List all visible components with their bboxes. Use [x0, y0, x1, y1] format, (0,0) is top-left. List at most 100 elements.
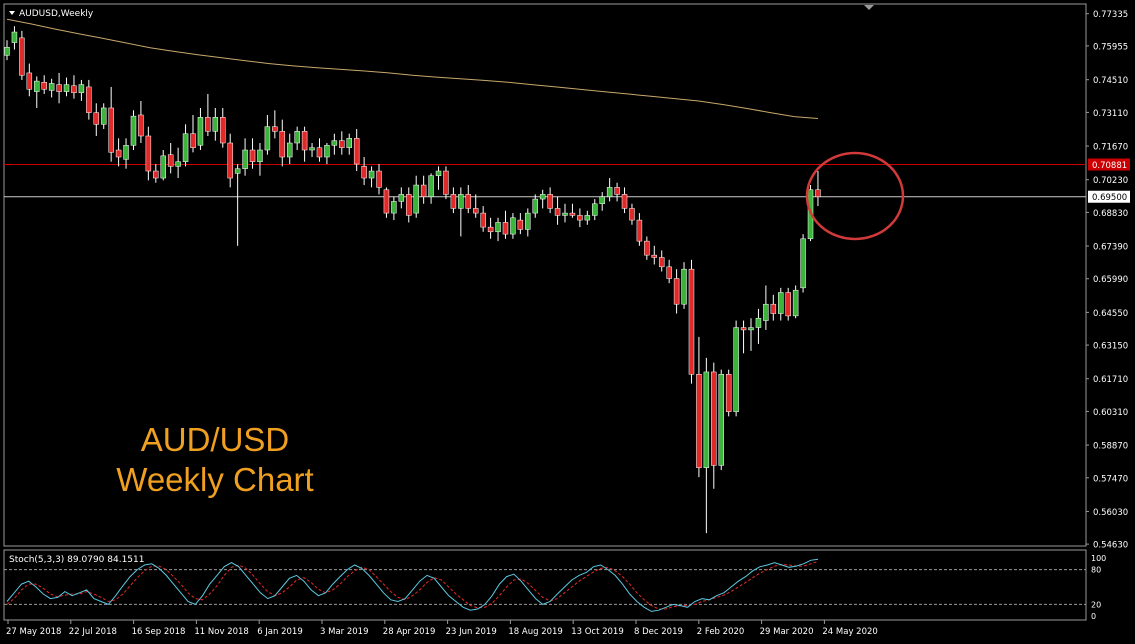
stoch-axis-label: 20 — [1091, 600, 1101, 609]
candle-body — [443, 171, 448, 194]
candle-body — [429, 176, 434, 197]
x-tick-label: 2 Feb 2020 — [697, 627, 745, 637]
candle-body — [778, 293, 783, 314]
y-tick-label: 0.74510 — [1093, 76, 1128, 86]
candle-body — [213, 117, 218, 131]
candle-body — [19, 38, 24, 75]
candle-body — [771, 304, 776, 313]
candle-body — [12, 32, 17, 43]
candle — [682, 262, 687, 309]
candle-body — [674, 279, 679, 305]
x-tick-label: 18 Aug 2019 — [508, 627, 562, 637]
y-tick-label: 0.71670 — [1093, 143, 1128, 153]
candle-body — [815, 190, 820, 197]
x-tick-label: 27 May 2018 — [6, 627, 61, 637]
candle-body — [466, 194, 471, 208]
candle-body — [347, 138, 352, 147]
candle-body — [257, 150, 262, 162]
candle-body — [384, 190, 389, 213]
candle-body — [689, 269, 694, 374]
candle-body — [131, 116, 136, 145]
candle-body — [42, 82, 47, 89]
stoch-axis-label: 100 — [1091, 554, 1106, 563]
candle-body — [362, 166, 367, 178]
candle-body — [518, 220, 523, 229]
candle — [734, 321, 739, 417]
y-tick-label: 0.54630 — [1093, 541, 1128, 551]
candle-body — [161, 156, 166, 178]
candle-body — [481, 213, 486, 227]
candle-body — [682, 269, 687, 304]
candle-body — [793, 290, 798, 316]
candle-body — [64, 85, 69, 92]
candle-body — [637, 220, 642, 241]
overlay-title-line-2: Weekly Chart — [60, 460, 370, 500]
candle-body — [652, 255, 657, 257]
candle-body — [124, 145, 129, 159]
candle-body — [786, 293, 791, 316]
symbol-label: AUDUSD,Weekly — [19, 9, 94, 19]
candle-body — [592, 204, 597, 216]
candle-body — [243, 150, 248, 169]
candle-body — [153, 171, 158, 178]
y-tick-label: 0.61710 — [1093, 375, 1128, 385]
chart-background — [0, 0, 1135, 644]
candle-body — [436, 171, 441, 176]
x-tick-label: 6 Jan 2019 — [257, 627, 303, 637]
candle-body — [86, 87, 91, 113]
y-tick-label: 0.58870 — [1093, 442, 1128, 452]
candle-body — [27, 73, 32, 89]
candle-body — [116, 150, 121, 157]
candle-body — [622, 194, 627, 208]
candle-body — [191, 134, 196, 148]
candle-body — [5, 47, 10, 55]
candle — [19, 31, 24, 80]
candle — [384, 187, 389, 217]
price-level-value-0: 0.70881 — [1092, 161, 1127, 171]
candle-body — [533, 199, 538, 213]
price-level-value-1: 0.69500 — [1092, 193, 1127, 203]
candle-body — [250, 150, 255, 162]
x-tick-label: 22 Jul 2018 — [69, 627, 117, 637]
candle-body — [503, 222, 508, 234]
candle-body — [607, 187, 612, 196]
candle — [719, 370, 724, 470]
y-tick-label: 0.70230 — [1093, 176, 1128, 186]
candle-body — [94, 113, 99, 125]
candle-body — [451, 194, 456, 208]
candle-body — [726, 374, 731, 411]
candle — [689, 260, 694, 384]
candle-body — [577, 215, 582, 220]
candle-body — [510, 218, 515, 234]
candle-body — [79, 85, 84, 93]
chart-root: AUDUSD,Weekly 0.708810.69500 0.773350.75… — [0, 0, 1135, 644]
candle-body — [71, 86, 76, 93]
x-tick-label: 23 Jun 2019 — [446, 627, 497, 637]
candle-body — [34, 81, 39, 92]
y-tick-label: 0.77335 — [1093, 10, 1128, 20]
candle-body — [205, 117, 210, 131]
candle — [793, 286, 798, 319]
candle-body — [458, 194, 463, 208]
candle-body — [563, 213, 568, 215]
candle-body — [198, 117, 203, 145]
x-tick-label: 29 Mar 2020 — [760, 627, 814, 637]
candle-body — [287, 143, 292, 157]
candle-body — [548, 194, 553, 208]
x-tick-label: 13 Oct 2019 — [571, 627, 624, 637]
candle-body — [473, 208, 478, 213]
candle-body — [734, 328, 739, 412]
candle-body — [220, 117, 225, 143]
candle-body — [406, 194, 411, 215]
candle-body — [109, 108, 114, 152]
candle-body — [629, 208, 634, 220]
candle-body — [421, 185, 426, 197]
x-tick-label: 8 Dec 2019 — [634, 627, 683, 637]
candle-body — [644, 241, 649, 255]
candle-body — [354, 138, 359, 164]
candle-body — [496, 222, 501, 231]
candle-body — [585, 215, 590, 220]
overlay-title-line-1: AUD/USD — [60, 420, 370, 460]
candle-body — [176, 162, 181, 167]
candle-body — [615, 187, 620, 194]
